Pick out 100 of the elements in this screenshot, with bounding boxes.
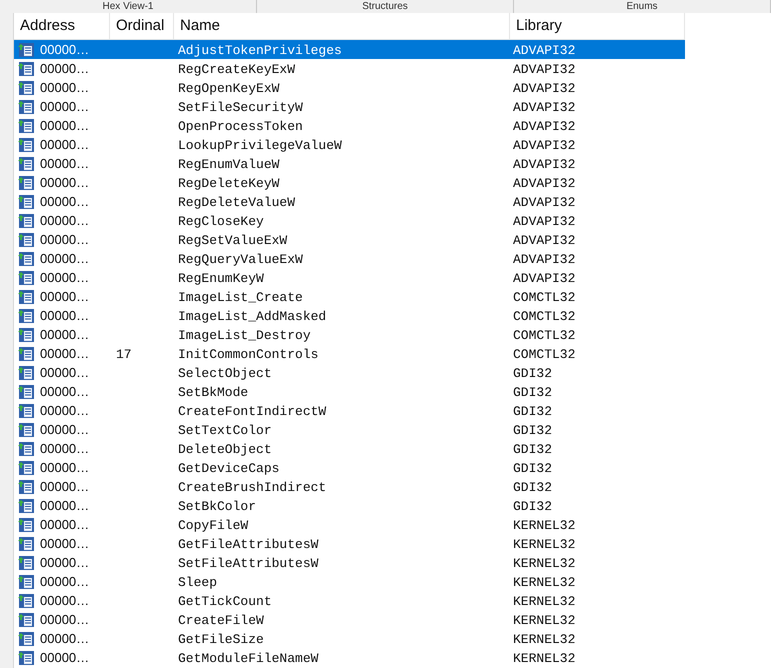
table-cell-text: 00000… — [40, 440, 90, 458]
import-icon — [17, 592, 35, 608]
table-cell-text: 00000… — [40, 610, 90, 629]
table-cell-text: 00000… — [40, 212, 90, 230]
table-cell-text: 00000… — [40, 306, 90, 325]
table-cell-text: 00000… — [40, 174, 90, 192]
table-cell: GDI32 — [513, 384, 552, 400]
table-cell: RegCloseKey — [178, 214, 264, 228]
table-cell-text: 00000… — [40, 192, 90, 211]
table-cell: ADVAPI32 — [513, 252, 576, 266]
table-cell-text: 00000… — [40, 402, 90, 420]
import-icon — [17, 326, 35, 342]
table-cell-text: 00000… — [40, 496, 90, 515]
table-cell-text: 00000… — [40, 516, 90, 534]
table-cell: COMCTL32 — [513, 308, 576, 324]
tab[interactable]: Structures — [257, 0, 514, 13]
import-icon — [17, 650, 35, 666]
table-cell-text: 00000… — [40, 420, 90, 439]
table-cell: CreateFontIndirectW — [178, 404, 326, 418]
table-cell: CreateBrushIndirect — [178, 480, 326, 494]
table-row[interactable]: 00000… AdjustTokenPrivileges ADVAPI32 — [14, 40, 685, 59]
import-icon — [17, 498, 35, 514]
table-cell: ADVAPI32 — [513, 194, 576, 210]
table-cell: GDI32 — [513, 366, 552, 380]
table-cell-text: 00000… — [40, 478, 90, 496]
table-cell: GDI32 — [513, 404, 552, 418]
table-cell: Sleep — [178, 574, 218, 590]
import-icon — [17, 80, 35, 96]
import-icon — [17, 384, 35, 400]
table-cell: AdjustTokenPrivileges — [178, 42, 342, 58]
table-cell-text: 00000… — [40, 458, 90, 477]
table-cell: GDI32 — [513, 498, 552, 514]
import-icon — [17, 136, 35, 152]
table-cell: RegEnumKeyW — [178, 270, 264, 286]
table-cell: RegQueryValueExW — [178, 252, 303, 266]
table-cell: GDI32 — [513, 480, 552, 494]
table-cell: KERNEL32 — [513, 632, 576, 646]
tab[interactable]: Enums — [514, 0, 771, 13]
import-icon — [17, 536, 35, 552]
import-icon — [17, 478, 35, 494]
table-cell-text: 00000… — [40, 40, 90, 59]
table-cell: GetDeviceCaps — [178, 460, 280, 476]
table-cell-text: 00000… — [40, 268, 90, 287]
table-cell-text: 00000… — [40, 554, 90, 572]
table-cell-text: 00000… — [40, 382, 90, 401]
table-cell: RegOpenKeyExW — [178, 80, 280, 96]
import-icon — [17, 422, 35, 438]
table-cell: SetBkMode — [178, 384, 248, 400]
table-cell: SelectObject — [178, 366, 272, 380]
table-cell: KERNEL32 — [513, 518, 576, 532]
import-icon — [17, 402, 35, 418]
table-cell: RegDeleteValueW — [178, 194, 296, 210]
table-cell-text: 00000… — [40, 98, 90, 116]
import-icon — [17, 440, 35, 456]
table-cell: ADVAPI32 — [513, 214, 576, 228]
import-icon — [17, 364, 35, 380]
import-icon — [17, 288, 35, 304]
table-cell: GetModuleFileNameW — [178, 650, 318, 666]
table-cell: ImageList_AddMasked — [178, 308, 326, 324]
table-cell: ADVAPI32 — [513, 270, 576, 286]
table-cell: ADVAPI32 — [513, 62, 576, 76]
table-cell-text: 00000… — [40, 250, 90, 268]
import-icon — [17, 60, 35, 76]
table-cell: RegEnumValueW — [178, 156, 280, 172]
table-cell-text: 00000… — [40, 630, 90, 648]
table-cell: ADVAPI32 — [513, 100, 576, 114]
table-cell: SetBkColor — [178, 498, 256, 514]
import-icon — [17, 346, 35, 362]
table-cell: CopyFileW — [178, 518, 248, 532]
import-icon — [17, 308, 35, 324]
table-cell: ADVAPI32 — [513, 80, 576, 96]
tab[interactable]: Hex View-1 — [0, 0, 257, 13]
table-cell: SetFileAttributesW — [178, 556, 318, 570]
table-cell-text: 00000… — [40, 572, 90, 591]
table-cell: GetFileAttributesW — [178, 536, 318, 552]
table-cell: LookupPrivilegeValueW — [178, 138, 342, 152]
import-icon — [17, 194, 35, 210]
table-cell-text: 00000… — [40, 78, 90, 97]
table-cell: CreateFileW — [178, 612, 264, 628]
table-cell-text: 00000… — [40, 154, 90, 173]
import-icon — [17, 574, 35, 590]
table-cell: ADVAPI32 — [513, 232, 576, 248]
import-icon — [17, 270, 35, 286]
table-cell: ADVAPI32 — [513, 156, 576, 172]
table-cell: GDI32 — [513, 422, 552, 438]
table-cell: COMCTL32 — [513, 290, 576, 304]
import-icon — [17, 118, 35, 134]
table-cell-text: 00000… — [40, 364, 90, 382]
table-cell-text: 00000… — [40, 116, 90, 135]
import-icon — [17, 630, 35, 646]
table-cell: KERNEL32 — [513, 650, 576, 666]
table-cell: DeleteObject — [178, 442, 272, 456]
table-cell: InitCommonControls — [178, 346, 318, 362]
table-cell: COMCTL32 — [513, 346, 576, 362]
table-cell: OpenProcessToken — [178, 118, 303, 134]
table-cell-text: 00000… — [40, 288, 90, 306]
table-cell: ADVAPI32 — [513, 176, 576, 190]
table-cell-text: 00000… — [40, 136, 90, 154]
import-icon — [17, 98, 35, 114]
table-cell-text: 00000… — [40, 592, 90, 610]
